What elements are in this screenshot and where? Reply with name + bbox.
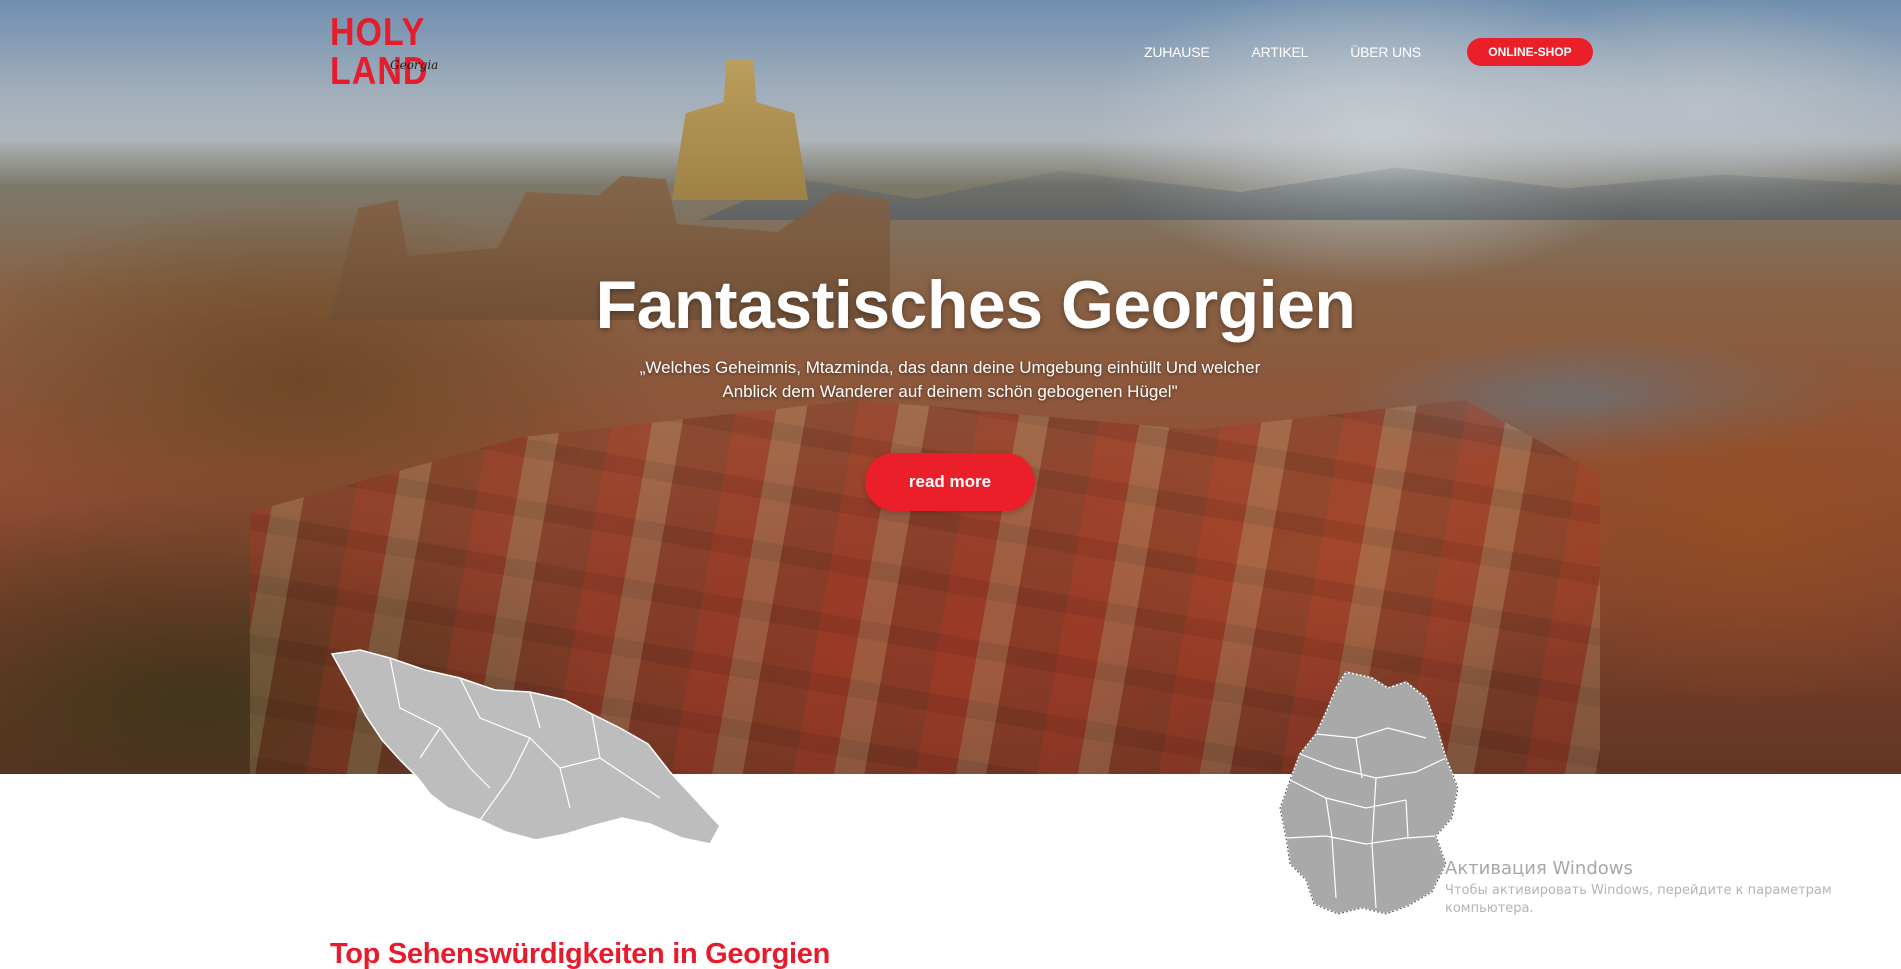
germany-map xyxy=(1279,671,1459,915)
nav-item-artikel[interactable]: ARTIKEL xyxy=(1252,44,1309,60)
nav-item-ueber-uns[interactable]: ÜBER UNS xyxy=(1350,44,1421,60)
section-title: Top Sehenswürdigkeiten in Georgien xyxy=(330,938,831,969)
windows-activation-title: Активация Windows xyxy=(1445,858,1633,879)
georgia-map xyxy=(330,649,721,845)
logo[interactable]: HOLY LAND Georgia xyxy=(330,13,510,91)
logo-subtitle: Georgia xyxy=(390,58,439,72)
hero-quote: „Welches Geheimnis, Mtazminda, das dann … xyxy=(639,358,1261,401)
nav-item-zuhause[interactable]: ZUHAUSE xyxy=(1144,44,1210,60)
hero-banner: Fantastisches Georgien „Welches Geheimni… xyxy=(0,0,1901,774)
hero-title: Fantastisches Georgien xyxy=(595,267,1356,343)
read-more-button[interactable]: read more xyxy=(865,453,1035,511)
main-nav: ZUHAUSE ARTIKEL ÜBER UNS ONLINE-SHOP xyxy=(1144,38,1593,66)
logo-title: HOLY LAND xyxy=(330,10,429,94)
windows-activation-subtitle: Чтобы активировать Windows, перейдите к … xyxy=(1445,883,1832,916)
online-shop-button[interactable]: ONLINE-SHOP xyxy=(1466,38,1593,66)
